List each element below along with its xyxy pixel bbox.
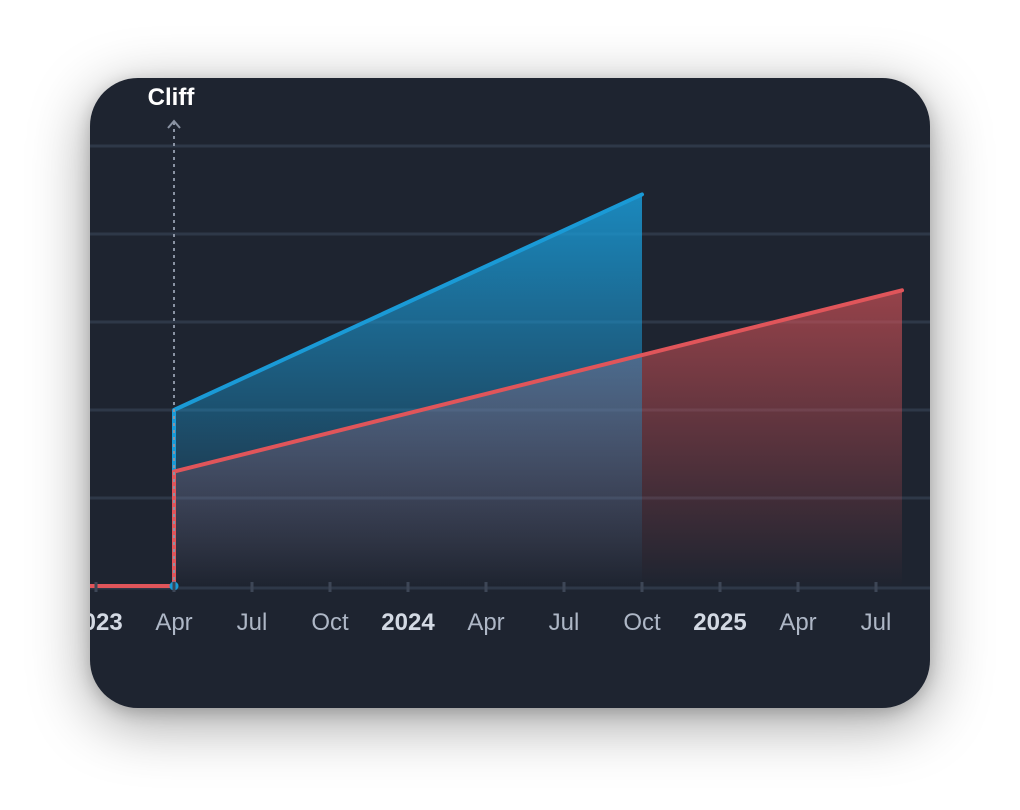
cliff-label: Cliff: [148, 84, 196, 111]
x-tick-label: Jul: [237, 609, 268, 636]
x-tick-label: Oct: [623, 609, 661, 636]
x-axis: 2023 Apr Jul Oct 2024 Apr Jul Oct 2025 Apr Jul: [90, 582, 891, 636]
x-tick-label: 2025: [693, 609, 746, 636]
series-area: [174, 194, 642, 586]
x-tick-label: Jul: [861, 609, 892, 636]
x-tick-label: Apr: [467, 609, 504, 636]
x-tick-label: Apr: [155, 609, 192, 636]
x-tick-label: Jul: [549, 609, 580, 636]
x-tick-label: 2023: [90, 609, 123, 636]
x-tick-label: 2024: [381, 609, 435, 636]
x-tick-label: Oct: [311, 609, 349, 636]
series-areas: [174, 194, 902, 586]
vesting-chart: Cliff 2023 Apr Jul Oct 2024 Apr Jul Oct 2025 Apr J…: [90, 84, 930, 636]
vesting-chart-card: Cliff 2023 Apr Jul Oct 2024 Apr Jul Oct 2025 Apr J…: [90, 78, 930, 708]
x-tick-label: Apr: [779, 609, 816, 636]
